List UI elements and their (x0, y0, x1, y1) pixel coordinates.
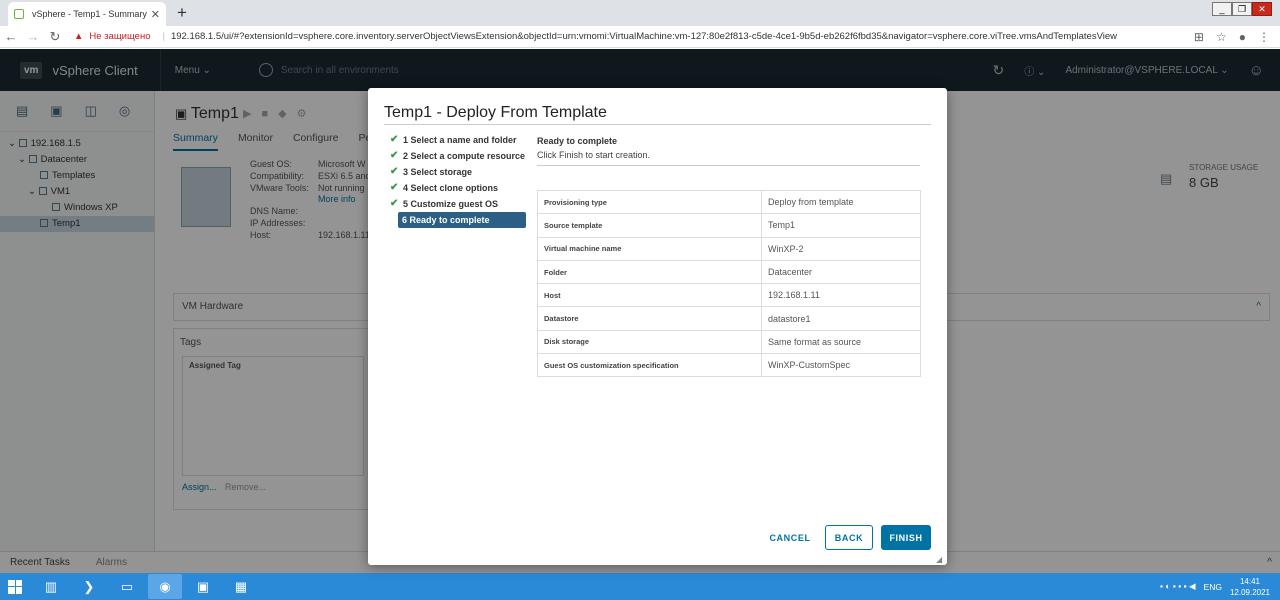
table-row: Folder Datacenter (537, 259, 921, 285)
wizard-steps: ✔ 1 Select a name and folder ✔ 2 Select a … (388, 132, 526, 228)
table-row: Provisioning type Deploy from template (537, 189, 921, 215)
windows-logo-icon (8, 579, 22, 594)
url-text: 192.168.1.5/ui/#?extensionId=vsphere.cor… (170, 31, 1118, 42)
check-icon: ✔ (390, 134, 399, 145)
section-divider (537, 165, 920, 166)
windows-taskbar: ▥ ❯ ▭ ◉ ▣ ▦ ▪ ◐ ▪ ▪ ▪ ◀ ENG 14:41 12.09.… (0, 573, 1280, 600)
browser-menu-icon[interactable]: ⋮ (1258, 30, 1270, 44)
clock-date: 12.09.2021 (1229, 587, 1270, 597)
table-row: Source template Temp1 (537, 213, 921, 238)
warning-icon: ▲ (74, 31, 84, 42)
remote-desktop-icon[interactable]: ▣ (186, 574, 220, 599)
table-row: Guest OS customization specification WinX… (537, 353, 921, 378)
table-row: Disk storage Same format as source (537, 329, 921, 355)
step-4[interactable]: ✔ 4 Select clone options (388, 180, 526, 196)
step-6-current[interactable]: 6 Ready to complete (398, 212, 526, 228)
summary-table: Provisioning type Deploy from template So… (537, 189, 921, 378)
reload-icon[interactable]: ↻ (44, 29, 66, 45)
minimize-icon[interactable]: _ (1212, 2, 1232, 16)
check-icon: ✔ (390, 150, 399, 161)
server-manager-icon[interactable]: ▥ (34, 574, 68, 599)
back-button[interactable]: BACK (825, 525, 873, 550)
step-3[interactable]: ✔ 3 Select storage (388, 164, 526, 180)
restore-icon[interactable]: ❐ (1232, 2, 1252, 16)
title-divider (384, 124, 931, 125)
section-subtitle: Click Finish to start creation. (537, 150, 651, 160)
address-bar-row: ← → ↻ ▲ Не защищено | 192.168.1.5/ui/#?e… (0, 26, 1280, 48)
deploy-from-template-dialog: Temp1 - Deploy From Template ✔ 1 Select a… (368, 88, 947, 565)
network-app-icon[interactable]: ▦ (224, 574, 258, 599)
translate-icon[interactable]: ⊞ (1194, 30, 1204, 44)
check-icon: ✔ (390, 182, 399, 193)
clock[interactable]: 14:41 12.09.2021 (1230, 576, 1270, 598)
step-5[interactable]: ✔ 5 Customize guest OS (388, 196, 526, 212)
section-title: Ready to complete (537, 136, 618, 146)
tray-icons[interactable]: ▪ ◐ ▪ ▪ ▪ ◀ (1160, 581, 1196, 592)
tab-title: vSphere - Temp1 - Summary (32, 9, 147, 19)
system-tray: ▪ ◐ ▪ ▪ ▪ ◀ ENG 14:41 12.09.2021 (1160, 576, 1280, 598)
vsphere-favicon-icon (14, 9, 24, 19)
url-divider: | (162, 31, 165, 42)
powershell-icon[interactable]: ❯ (72, 574, 106, 599)
close-window-icon[interactable]: ✕ (1252, 2, 1272, 16)
bookmark-star-icon[interactable]: ☆ (1216, 30, 1227, 44)
tab-close-icon[interactable]: ✕ (151, 8, 160, 21)
chrome-icon[interactable]: ◉ (148, 574, 182, 599)
table-row: Host 192.168.1.11 (537, 283, 921, 308)
start-button[interactable] (0, 573, 30, 600)
cancel-button[interactable]: CANCEL (760, 525, 820, 550)
back-arrow-icon[interactable]: ← (0, 29, 22, 44)
browser-toolbar-right: ⊞ ☆ ● ⋮ (1194, 30, 1280, 44)
finish-button[interactable]: FINISH (881, 525, 931, 550)
language-indicator[interactable]: ENG (1204, 582, 1222, 592)
security-label: Не защищено (89, 31, 151, 42)
profile-icon[interactable]: ● (1239, 30, 1246, 44)
table-row: Virtual machine name WinXP-2 (537, 236, 921, 261)
clock-time: 14:41 (1239, 576, 1260, 586)
check-icon: ✔ (390, 198, 399, 209)
check-icon: ✔ (390, 166, 399, 177)
step-2[interactable]: ✔ 2 Select a compute resource (388, 148, 526, 164)
forward-arrow-icon[interactable]: → (22, 29, 44, 44)
browser-tab[interactable]: vSphere - Temp1 - Summary ✕ (8, 2, 166, 26)
step-1[interactable]: ✔ 1 Select a name and folder (388, 132, 526, 148)
url-field[interactable]: ▲ Не защищено | 192.168.1.5/ui/#?extensi… (74, 31, 1154, 42)
dialog-title: Temp1 - Deploy From Template (384, 104, 607, 121)
file-explorer-icon[interactable]: ▭ (110, 574, 144, 599)
new-tab-button[interactable]: + (172, 3, 192, 23)
table-row: Datastore datastore1 (537, 306, 921, 331)
resize-handle-icon[interactable]: ◢ (936, 555, 942, 564)
browser-tab-strip: vSphere - Temp1 - Summary ✕ + _ ❐ ✕ (0, 0, 1280, 26)
